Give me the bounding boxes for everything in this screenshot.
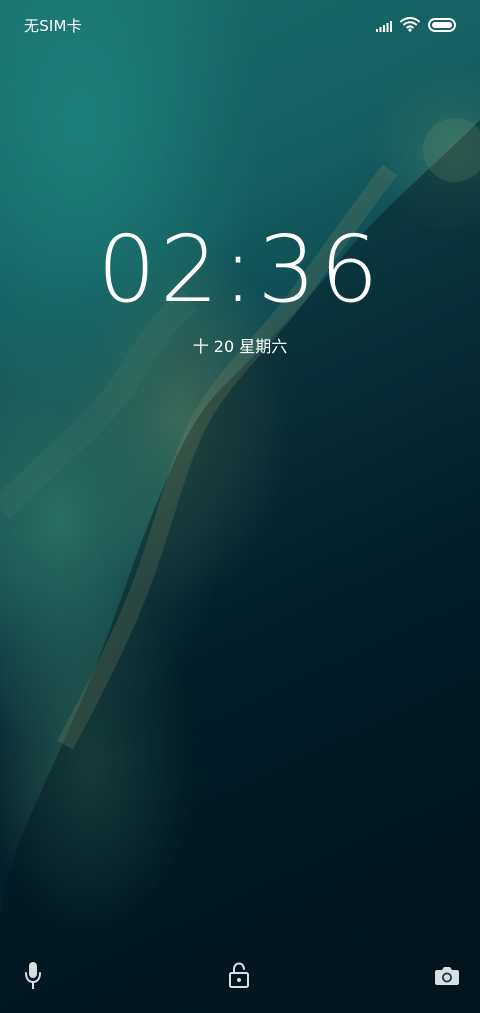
wifi-icon — [400, 16, 420, 36]
camera-button[interactable] — [429, 960, 465, 996]
voice-assistant-button[interactable] — [15, 960, 51, 996]
unlock-button[interactable] — [221, 960, 257, 996]
time-display: 02:36 — [97, 216, 383, 323]
date-display: 十 20 星期六 — [192, 337, 288, 356]
signal-icon — [376, 17, 392, 36]
wallpaper — [0, 0, 480, 1013]
status-icons — [376, 14, 458, 38]
wallpaper-terrain — [0, 118, 480, 1013]
carrier-label: 无SIM卡 — [24, 17, 82, 35]
camera-icon — [434, 965, 460, 991]
microphone-icon — [23, 961, 43, 995]
status-bar: 无SIM卡 — [0, 0, 480, 52]
battery-icon — [428, 17, 458, 36]
unlock-icon — [228, 962, 250, 994]
